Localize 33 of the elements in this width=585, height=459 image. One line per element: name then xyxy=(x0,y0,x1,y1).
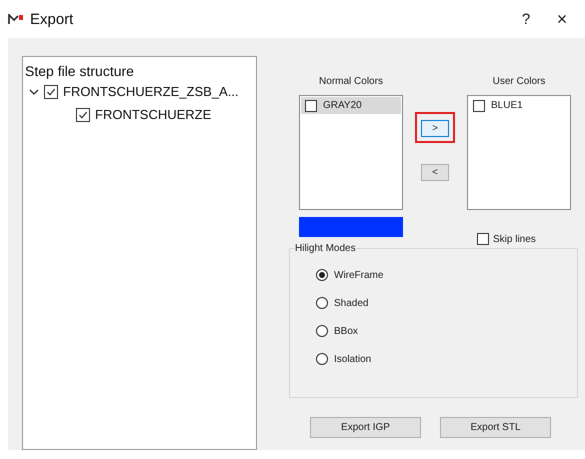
list-title: User Colors xyxy=(492,76,546,87)
export-button[interactable]: Export IGP xyxy=(310,417,421,438)
list-title: Normal Colors xyxy=(319,76,383,87)
radio-label: Isolation xyxy=(334,354,372,364)
checkbox[interactable] xyxy=(305,100,317,112)
radio-button[interactable] xyxy=(316,325,328,337)
chevron-down-icon[interactable] xyxy=(29,86,39,96)
checkbox[interactable] xyxy=(44,84,58,98)
radio-label: BBox xyxy=(334,326,358,336)
radio-label: Shaded xyxy=(334,298,368,308)
radio-button[interactable] xyxy=(316,269,328,281)
radio-button[interactable] xyxy=(316,353,328,365)
list-item-label: BLUE1 xyxy=(491,100,523,111)
tree-item-label[interactable]: FRONTSCHUERZE_ZSB_A... xyxy=(63,84,239,99)
radio-button[interactable] xyxy=(316,297,328,309)
group-title: Hilight Modes xyxy=(295,243,356,254)
list-item[interactable]: GRAY20 xyxy=(301,97,401,114)
export-button[interactable]: Export STL xyxy=(440,417,551,438)
help-button[interactable]: ? xyxy=(511,10,541,28)
tree-title: Step file structure xyxy=(25,63,135,79)
move-button[interactable]: > xyxy=(421,120,449,137)
app-logo-icon xyxy=(8,13,24,25)
tree-item-label[interactable]: FRONTSCHUERZE xyxy=(95,107,212,122)
list-item[interactable]: BLUE1 xyxy=(469,97,569,114)
checkbox[interactable] xyxy=(473,100,485,112)
checkbox[interactable] xyxy=(76,108,90,122)
close-button[interactable]: × xyxy=(547,8,577,30)
radio-label: WireFrame xyxy=(334,270,384,280)
move-button[interactable]: < xyxy=(421,164,449,181)
window-title: Export xyxy=(30,10,74,28)
checkbox[interactable] xyxy=(477,233,489,245)
list-item-label: GRAY20 xyxy=(323,100,362,111)
checkbox-label: Skip lines xyxy=(493,234,536,244)
